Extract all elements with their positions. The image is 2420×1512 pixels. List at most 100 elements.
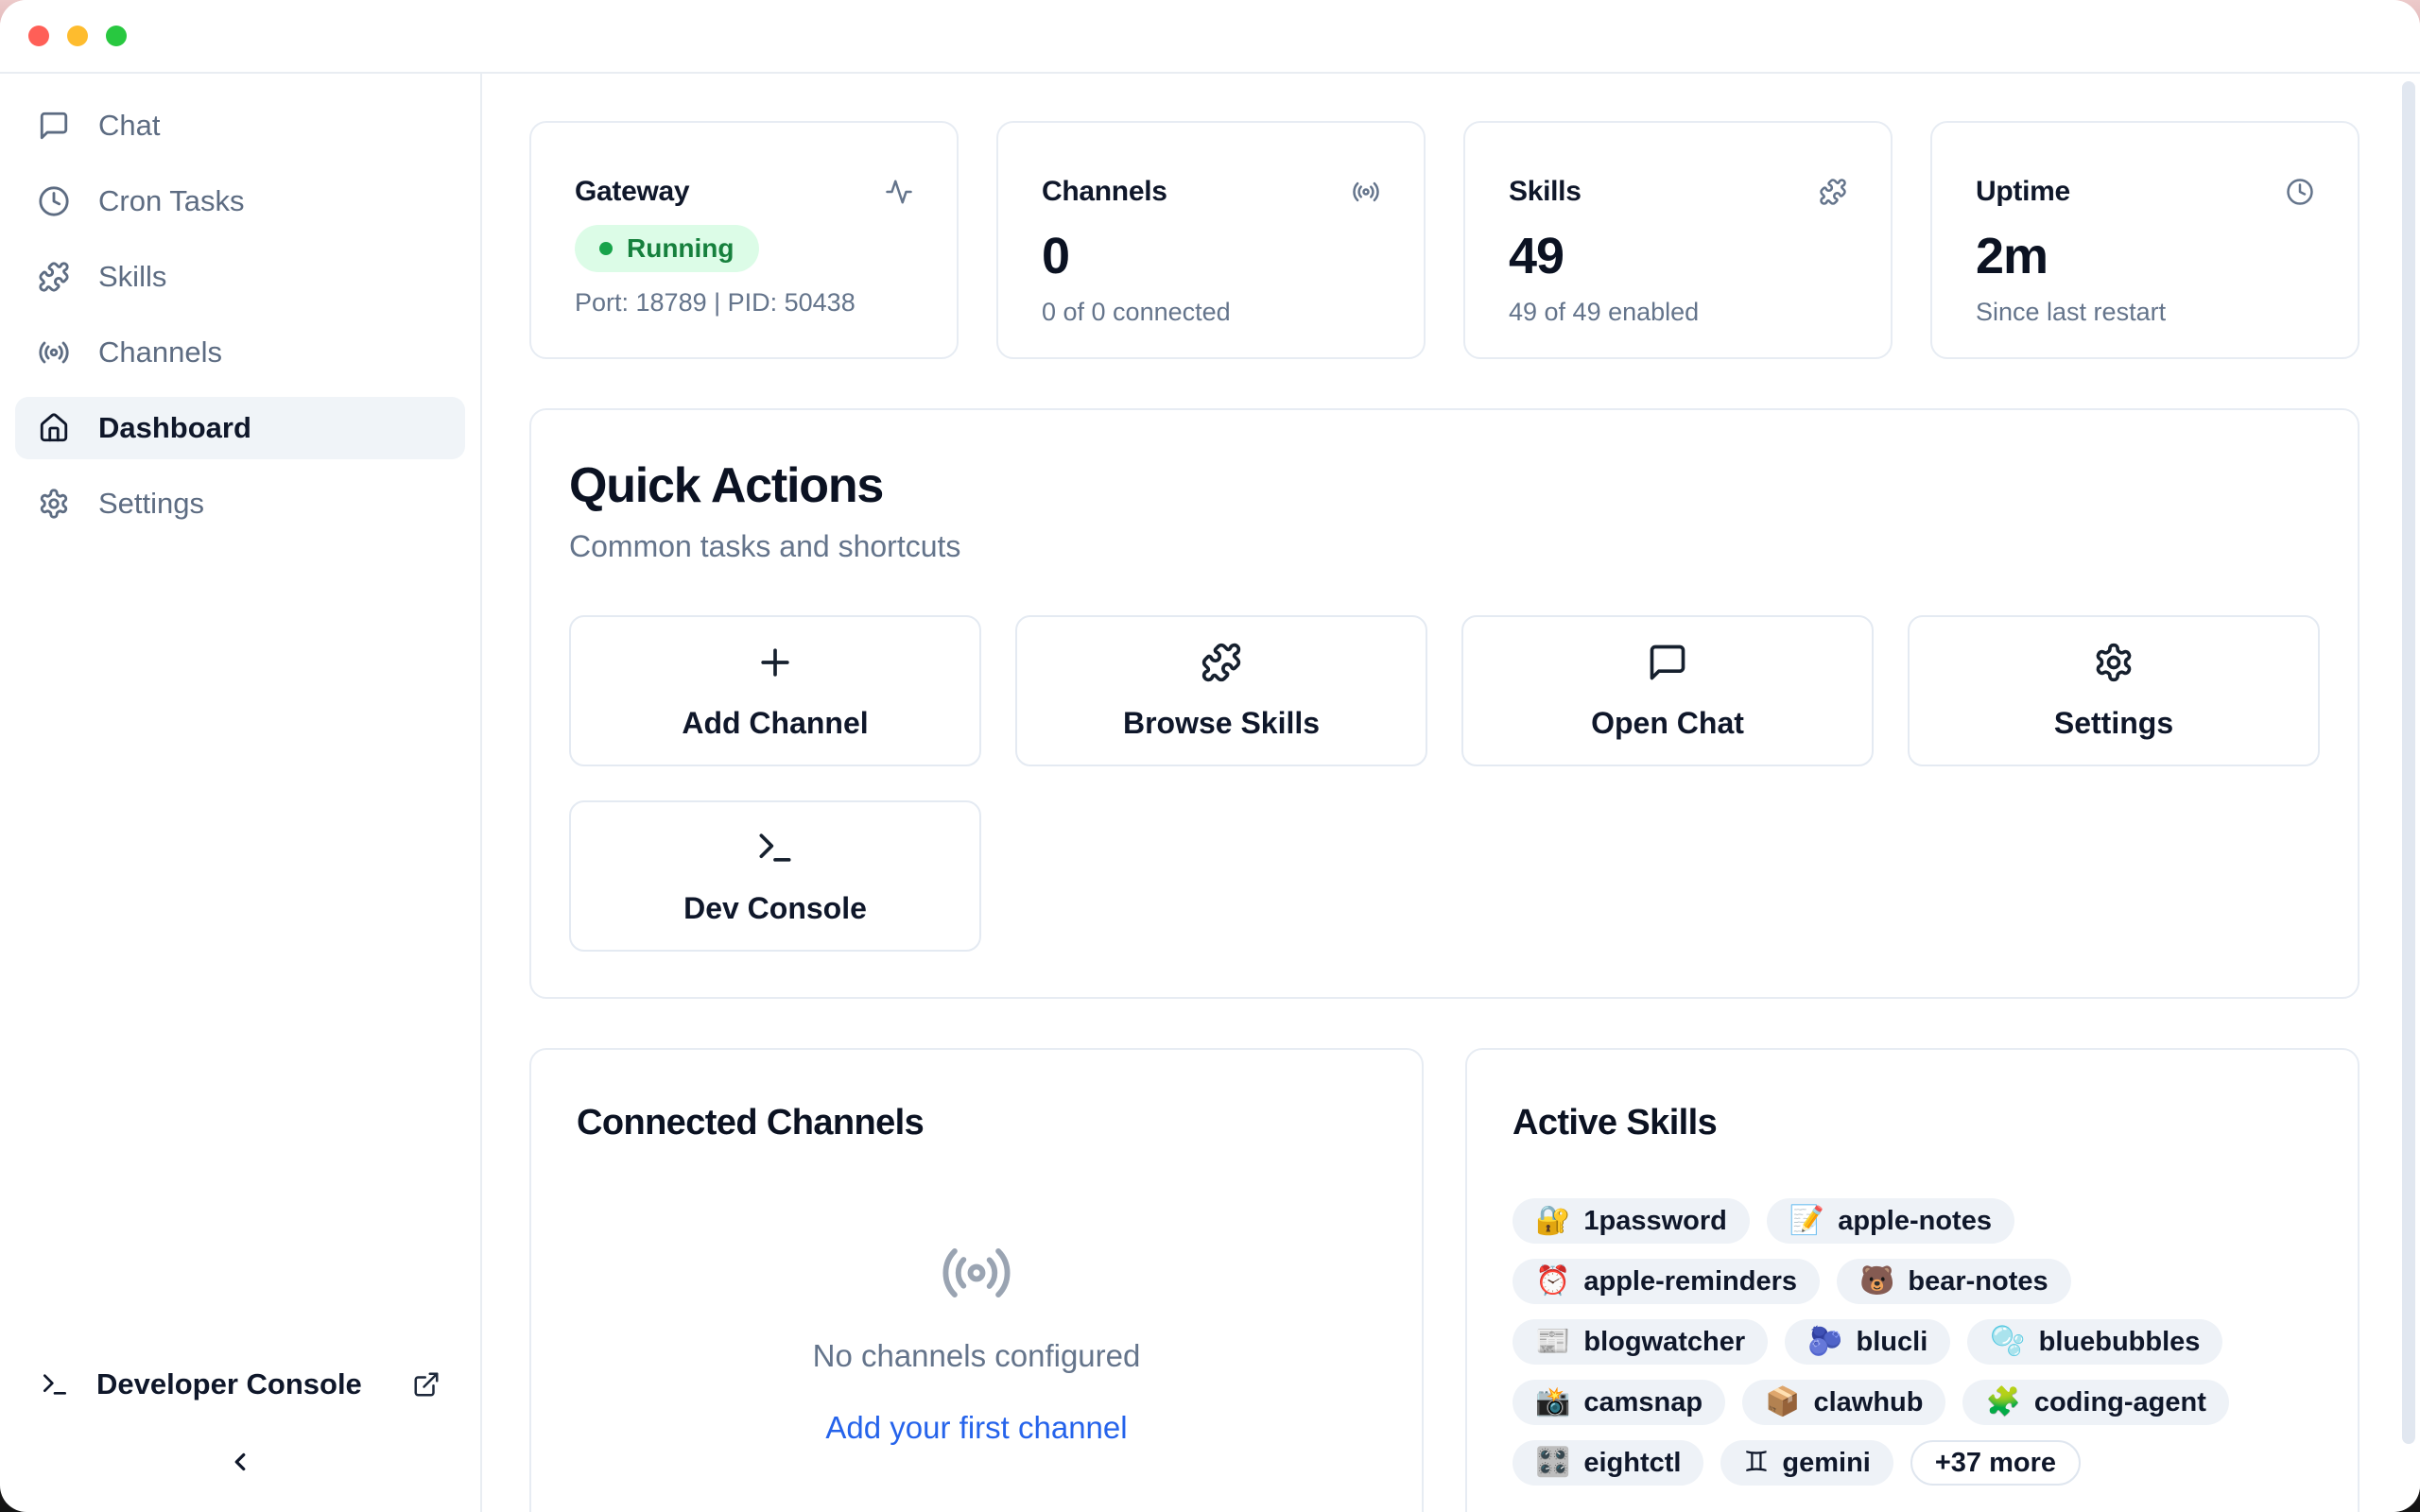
developer-console-link[interactable]: Developer Console [15,1351,465,1418]
skill-chip-label: coding-agent [2034,1387,2206,1418]
chevron-left-icon [226,1448,254,1476]
skill-chip-gemini[interactable]: ♊ gemini [1720,1440,1893,1486]
skill-chip-label: apple-notes [1838,1206,1992,1237]
add-channel-button[interactable]: Add Channel [569,615,981,766]
uptime-stat-card: Uptime 2m Since last restart [1930,121,2360,359]
gear-icon [38,488,70,520]
sidebar-item-label: Cron Tasks [98,184,245,218]
empty-state-text: No channels configured [813,1338,1141,1374]
status-badge: Running [575,225,759,272]
skill-chip-bear-notes[interactable]: 🐻bear-notes [1837,1259,2071,1304]
skill-chip-clawhub[interactable]: 📦 clawhub [1742,1380,1945,1425]
blueberries-emoji: 🫐 [1807,1328,1842,1356]
stat-value: 0 [1042,231,1380,282]
sidebar-item-channels[interactable]: Channels [15,321,465,384]
skill-chip-label: 1password [1583,1206,1727,1237]
stat-value: 2m [1976,231,2314,282]
sidebar-item-chat[interactable]: Chat [15,94,465,157]
sidebar-item-dashboard[interactable]: Dashboard [15,397,465,459]
skill-chip-label: eightctl [1583,1448,1681,1479]
active-skills-title: Active Skills [1512,1103,2312,1143]
skill-chip-bluebubbles[interactable]: 🫧bluebubbles [1967,1319,2222,1365]
traffic-light-minimize[interactable] [67,26,88,46]
connected-channels-card: Connected Channels No channels configure… [529,1048,1424,1512]
memo-emoji: 📝 [1789,1207,1824,1235]
quick-actions-panel: Quick Actions Common tasks and shortcuts… [529,408,2360,999]
skill-chip-apple-notes[interactable]: 📝 apple-notes [1767,1198,2014,1244]
open-chat-button[interactable]: Open Chat [1461,615,1874,766]
main-content: Gateway Running Port: 18789 | PID: 50438… [482,74,2420,1512]
sidebar-item-skills[interactable]: Skills [15,246,465,308]
action-label: Dev Console [683,891,867,926]
developer-console-label: Developer Console [96,1367,362,1401]
action-label: Settings [2054,706,2173,741]
terminal-icon [40,1369,70,1400]
control-knobs-emoji: 🎛️ [1535,1449,1570,1477]
more-skills-chip[interactable]: +37 more [1910,1440,2081,1486]
skill-chip-label: camsnap [1583,1387,1703,1418]
message-square-icon [38,110,70,142]
skill-chip-coding-agent[interactable]: 🧩coding-agent [1962,1380,2228,1425]
skill-chip-1password[interactable]: 🔐 1password [1512,1198,1750,1244]
app-window: Chat Cron Tasks Skills Channels Dashboar… [0,0,2420,1512]
sidebar-item-label: Settings [98,487,204,521]
sidebar-item-label: Skills [98,260,166,294]
stats-grid: Gateway Running Port: 18789 | PID: 50438… [529,121,2360,359]
gateway-stat-card: Gateway Running Port: 18789 | PID: 50438 [529,121,959,359]
radio-icon [38,336,70,369]
sidebar-item-label: Dashboard [98,411,251,445]
dev-console-button[interactable]: Dev Console [569,800,981,952]
titlebar [0,0,2420,74]
stat-title: Gateway [575,176,689,208]
traffic-light-zoom[interactable] [106,26,127,46]
skill-chip-label: blogwatcher [1583,1327,1745,1358]
settings-button[interactable]: Settings [1908,615,2320,766]
gemini-emoji: ♊ [1743,1449,1769,1477]
sidebar: Chat Cron Tasks Skills Channels Dashboar… [0,74,482,1512]
skill-chip-eightctl[interactable]: 🎛️ eightctl [1512,1440,1703,1486]
puzzle-icon [1819,178,1847,206]
action-label: Browse Skills [1123,706,1320,741]
sidebar-footer: Developer Console [15,1351,465,1484]
clock-icon [2286,178,2314,206]
traffic-light-close[interactable] [28,26,49,46]
stat-subtext: 49 of 49 enabled [1509,298,1847,327]
stat-subtext: 0 of 0 connected [1042,298,1380,327]
quick-actions-subtitle: Common tasks and shortcuts [569,529,2320,564]
bubbles-emoji: 🫧 [1990,1328,2025,1356]
clock-icon [38,185,70,217]
action-label: Add Channel [682,706,868,741]
message-square-icon [1647,642,1688,683]
browse-skills-button[interactable]: Browse Skills [1015,615,1427,766]
scrollbar-thumb[interactable] [2402,81,2415,1444]
terminal-icon [754,827,796,868]
add-first-channel-link[interactable]: Add your first channel [825,1410,1127,1446]
lock-with-key-emoji: 🔐 [1535,1207,1570,1235]
skill-chip-apple-reminders[interactable]: ⏰apple-reminders [1512,1259,1820,1304]
stat-title: Uptime [1976,176,2070,208]
bottom-grid: Connected Channels No channels configure… [529,1048,2360,1512]
skill-chip-label: bear-notes [1908,1266,2048,1297]
stat-title: Skills [1509,176,1582,208]
status-badge-label: Running [627,233,735,264]
window-body: Chat Cron Tasks Skills Channels Dashboar… [0,74,2420,1512]
package-emoji: 📦 [1765,1388,1800,1417]
quick-actions-title: Quick Actions [569,457,2320,514]
skill-chip-camsnap[interactable]: 📸camsnap [1512,1380,1725,1425]
skill-chip-blucli[interactable]: 🫐blucli [1785,1319,1950,1365]
sidebar-item-cron-tasks[interactable]: Cron Tasks [15,170,465,232]
sidebar-item-settings[interactable]: Settings [15,472,465,535]
alarm-clock-emoji: ⏰ [1535,1267,1570,1296]
radio-icon [940,1236,1013,1310]
puzzle-icon [38,261,70,293]
activity-icon [885,178,913,206]
gear-icon [2093,642,2135,683]
external-link-icon [412,1370,441,1399]
skill-chip-label: clawhub [1813,1387,1923,1418]
skill-chip-blogwatcher[interactable]: 📰blogwatcher [1512,1319,1768,1365]
puzzle-icon [1201,642,1242,683]
collapse-sidebar-button[interactable] [218,1440,262,1484]
skill-chip-label: gemini [1782,1448,1870,1479]
stat-title: Channels [1042,176,1167,208]
home-icon [38,412,70,444]
